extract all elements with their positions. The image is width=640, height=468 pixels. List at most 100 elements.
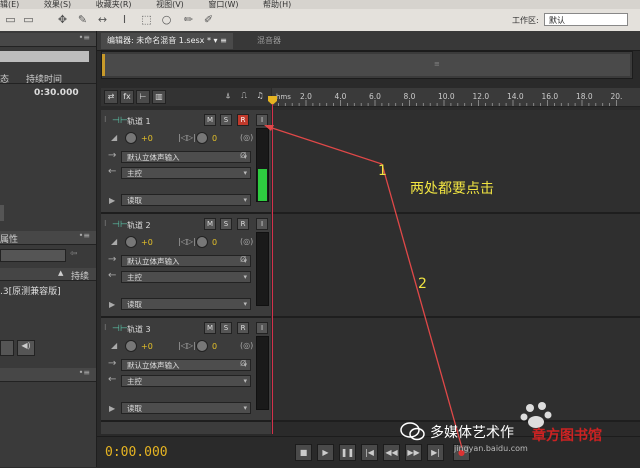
pause-button[interactable]: ❚❚ [339,444,356,461]
col-duration[interactable]: 持续时间 [26,72,62,85]
track-name[interactable]: 轨道 2 [127,220,151,231]
track-lane[interactable] [272,110,640,214]
monitor-input-button[interactable]: I [256,218,268,230]
grip-icon[interactable]: ⁝ [104,323,107,332]
mute-button[interactable]: M [204,322,216,334]
volume-value[interactable]: +0 [141,238,153,247]
record-arm-button[interactable]: R [237,114,249,126]
inputs-outputs-icon[interactable]: ⇄ [104,90,118,104]
mute-button[interactable]: M [204,114,216,126]
menu-view[interactable]: 视图(V) [156,0,184,9]
expand-arrow-icon[interactable]: ▶ [109,404,115,413]
output-select[interactable]: 主控 [121,167,251,179]
volume-knob[interactable] [125,236,137,248]
chevron-down-icon[interactable]: ▾ [214,36,218,45]
panel-menu-icon[interactable]: •≡ [79,368,90,377]
go-to-start-button[interactable]: |◀ [361,444,378,461]
track-name[interactable]: 轨道 1 [127,116,151,127]
pan-value[interactable]: 0 [212,134,217,143]
timeline-ruler[interactable]: hms 2.0 4.0 6.0 8.0 10.0 12.0 14.0 16.0 18.0 20. [272,88,640,107]
expand-arrow-icon[interactable]: ▶ [109,196,115,205]
tab-editor[interactable]: 编辑器: 未命名混音 1.sesx * ▾ ≡ [101,33,233,49]
phase-invert-icon[interactable]: Ø [240,151,246,160]
col-duration-2[interactable]: 持续 [71,269,89,282]
solo-button[interactable]: S [220,114,232,126]
timecode-display[interactable]: 0:00.000 [105,445,168,460]
solo-button[interactable]: S [220,218,232,230]
menu-favorites[interactable]: 收藏夹(R) [96,0,132,9]
razor-tool-icon[interactable]: ✎ [76,13,89,26]
headphones-icon[interactable]: ♫ [253,90,267,104]
grip-icon[interactable]: ⁝ [104,115,107,124]
input-select[interactable]: 默认立体声输入 [121,359,251,371]
track-header[interactable]: ⁝ ⊣⊢轨道 1 MSRI ◢ +0 |◁▷| 0 (◎) → 默认立体声输入Ø ← 主控 ▶ 读取 [101,110,271,214]
play-button[interactable]: ▶ [317,444,334,461]
stop-button[interactable]: ■ [295,444,312,461]
track-header[interactable]: ⁝ ⊣⊢轨道 3 MSRI ◢ +0 |◁▷| 0 (◎) → 默认立体声输入Ø ← 主控 ▶ 读取 [101,318,271,422]
eq-icon[interactable]: ▥ [152,90,166,104]
link-icon[interactable]: (◎) [240,341,253,350]
grip-icon[interactable]: ≡ [434,60,440,68]
volume-knob[interactable] [125,340,137,352]
sends-icon[interactable]: ⊢ [136,90,150,104]
lasso-icon[interactable]: ○ [160,13,173,26]
track-name[interactable]: 轨道 3 [127,324,151,335]
panel-menu-icon[interactable]: •≡ [79,33,90,42]
automation-select[interactable]: 读取 [121,194,251,206]
session-overview[interactable]: ≡ [101,51,633,79]
input-select[interactable]: 默认立体声输入 [121,151,251,163]
pan-knob[interactable] [196,132,208,144]
menu-window[interactable]: 窗口(W) [208,0,238,9]
marquee-icon[interactable]: ⬚ [140,13,153,26]
link-icon[interactable]: (◎) [240,237,253,246]
input-select[interactable]: 默认立体声输入 [121,255,251,267]
workspace-select[interactable]: 默认 [544,13,628,26]
automation-select[interactable]: 读取 [121,298,251,310]
move-tool-icon[interactable]: ✥ [56,13,69,26]
panel-menu-icon[interactable]: •≡ [79,231,90,240]
pan-knob[interactable] [196,340,208,352]
phase-invert-icon[interactable]: Ø [240,359,246,368]
record-arm-button[interactable]: R [237,322,249,334]
menu-help[interactable]: 帮助(H) [263,0,291,9]
link-icon[interactable]: (◎) [240,133,253,142]
search-field[interactable] [0,51,89,62]
metronome-icon[interactable]: ⍋ [221,90,235,104]
track-header-partial[interactable] [101,422,271,434]
back-arrow-icon[interactable]: ⇦ [70,249,78,259]
rewind-button[interactable]: ◀◀ [383,444,400,461]
automation-select[interactable]: 读取 [121,402,251,414]
tab-mixer[interactable]: 混音器 [251,33,287,49]
grip-icon[interactable]: ⁝ [104,219,107,228]
latency-icon[interactable]: ⎍ [237,90,251,104]
effects-icon[interactable]: fx [120,90,134,104]
healing-icon[interactable]: ✐ [202,13,215,26]
col-state[interactable]: 态 [0,72,9,85]
slip-tool-icon[interactable]: ↔ [96,13,109,26]
format-item[interactable]: .3[原测兼容版] [0,284,61,297]
menu-edit[interactable]: 辑(E) [0,0,19,9]
expand-arrow-icon[interactable]: ▶ [109,300,115,309]
mute-button[interactable]: M [204,218,216,230]
list-view-icon[interactable] [0,340,14,356]
pan-value[interactable]: 0 [212,342,217,351]
solo-button[interactable]: S [220,322,232,334]
pan-knob[interactable] [196,236,208,248]
output-select[interactable]: 主控 [121,271,251,283]
pitch-icon[interactable]: ▭ [22,13,35,26]
track-lane[interactable] [272,214,640,318]
menu-effects[interactable]: 效果(S) [44,0,71,9]
brush-icon[interactable]: ✏ [182,13,195,26]
pan-value[interactable]: 0 [212,238,217,247]
output-select[interactable]: 主控 [121,375,251,387]
tab-menu-icon[interactable]: ≡ [220,36,227,45]
speaker-icon[interactable]: ◀) [17,340,35,356]
time-select-icon[interactable]: I [118,13,131,26]
volume-value[interactable]: +0 [141,134,153,143]
volume-knob[interactable] [125,132,137,144]
record-arm-button[interactable]: R [237,218,249,230]
spectral-icon[interactable]: ▭ [4,13,17,26]
volume-value[interactable]: +0 [141,342,153,351]
track-header[interactable]: ⁝ ⊣⊢轨道 2 MSRI ◢ +0 |◁▷| 0 (◎) → 默认立体声输入Ø ← 主控 ▶ 读取 [101,214,271,318]
overview-range[interactable] [104,54,630,76]
